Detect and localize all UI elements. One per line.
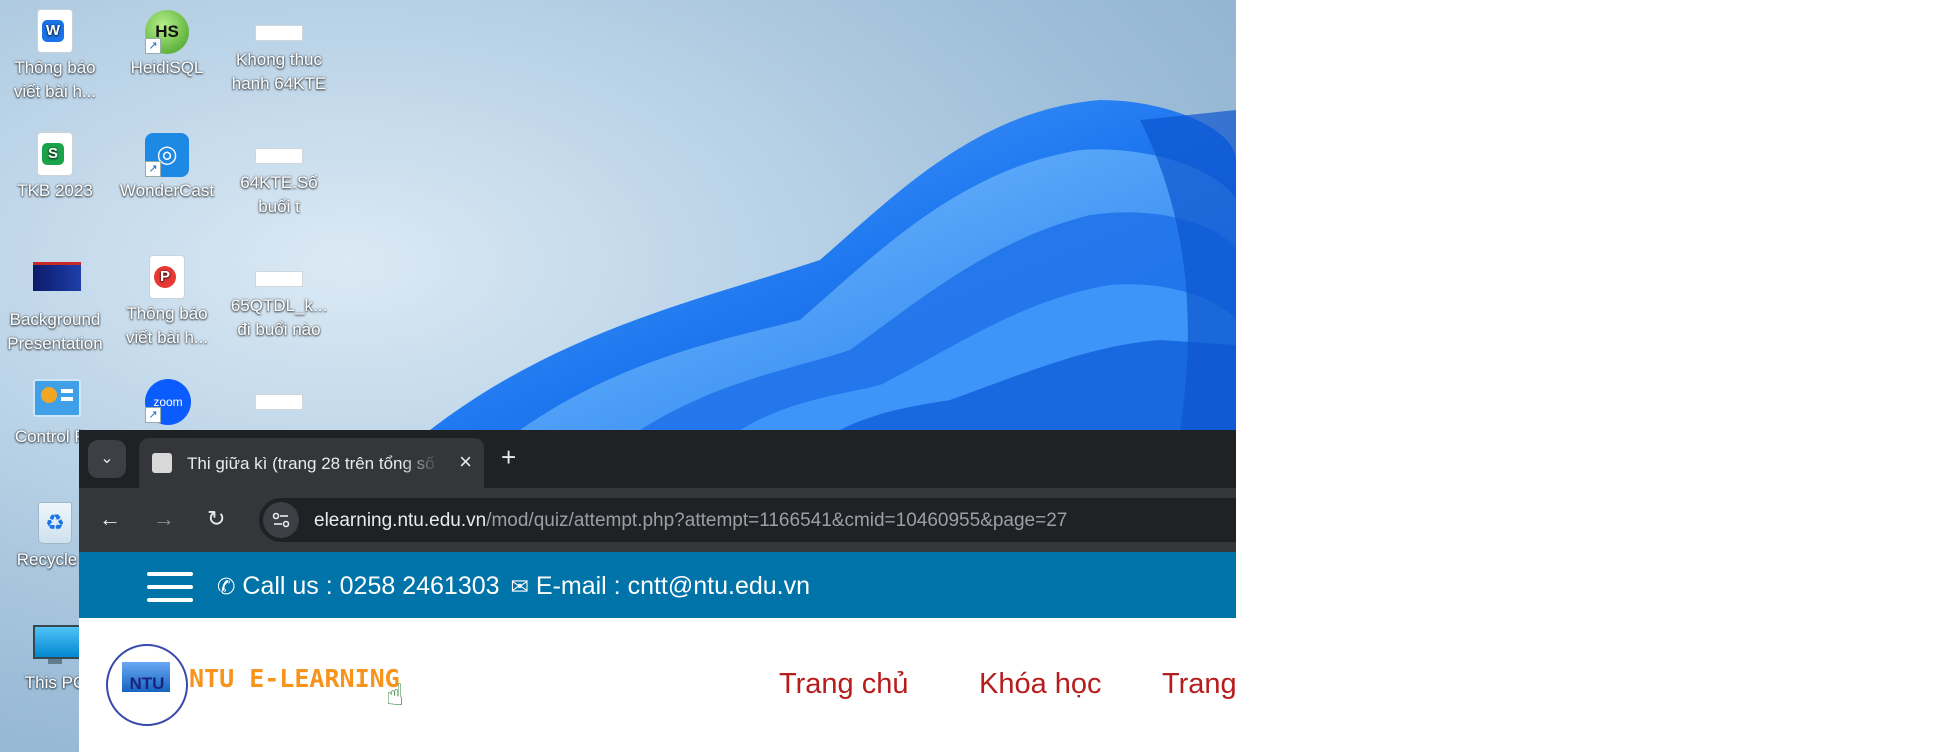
wondercast-icon: ◎ ↗ (145, 133, 189, 177)
address-bar[interactable]: elearning.ntu.edu.vn/mod/quiz/attempt.ph… (259, 498, 1236, 542)
shortcut-arrow-icon: ↗ (145, 407, 161, 423)
desktop-icon-label: 64KTE.Số buổi t (240, 173, 318, 216)
desktop-icon-thong-bao-pdf[interactable]: P Thông báo viết bài h... (117, 250, 217, 350)
contact-phone: Call us : 0258 2461303 (242, 572, 500, 600)
desktop-icon-thong-bao-doc[interactable]: W Thông báo viết bài h... (5, 4, 105, 104)
browser-window: ⌄ Thi giữa kì (trang 28 trên tổng số × +… (79, 430, 1236, 752)
file-icon (256, 395, 302, 409)
image-thumbnail-icon (33, 262, 81, 306)
desktop-icon-tkb-2023[interactable]: S TKB 2023 (5, 127, 105, 203)
site-header: NTU NTU E-LEARNING ☝ Trang chủ Khóa học … (79, 618, 1236, 752)
browser-toolbar: ← → ↻ elearning.ntu.edu.vn/mod/quiz/atte… (79, 488, 1236, 552)
tab-active[interactable]: Thi giữa kì (trang 28 trên tổng số × (139, 438, 484, 488)
control-panel-icon (33, 379, 81, 423)
desktop-icon-label: Thông báo viết bài h... (125, 304, 209, 347)
desktop-icon-label: HeidiSQL (130, 58, 204, 77)
desktop-icon-65qtdl[interactable]: 65QTDL_k... đi buổi nào (229, 250, 329, 342)
new-tab-button[interactable]: + (501, 442, 516, 472)
logo-caption: NTU (129, 674, 165, 693)
url-path: /mod/quiz/attempt.php?attempt=1166541&cm… (486, 510, 1068, 531)
desktop-icon-zoom[interactable]: zoom ↗ (117, 373, 217, 425)
desktop-icon-khong-thuc-hanh[interactable]: Khong thuc hanh 64KTE (229, 4, 329, 96)
url-host: elearning.ntu.edu.vn (314, 510, 487, 531)
tab-strip: ⌄ Thi giữa kì (trang 28 trên tổng số × + (79, 430, 1236, 488)
desktop-icon-label: TKB 2023 (17, 181, 93, 200)
shortcut-arrow-icon: ↗ (145, 38, 161, 54)
desktop-icon-file[interactable] (229, 373, 329, 417)
phone-icon: ✆ (217, 574, 236, 599)
tab-search-button[interactable]: ⌄ (88, 440, 126, 478)
desktop-icon-label: Khong thuc hanh 64KTE (231, 50, 327, 93)
desktop-icon-label: 65QTDL_k... đi buổi nào (230, 296, 328, 339)
envelope-icon: ✉ (510, 574, 529, 599)
site-logo-text[interactable]: NTU E-LEARNING (189, 664, 400, 693)
file-icon (256, 149, 302, 163)
moodle-favicon-icon (152, 453, 172, 473)
word-document-icon: W (33, 10, 77, 54)
heidisql-icon: HS ↗ (145, 10, 189, 54)
monitor-icon (33, 625, 81, 669)
tab-title: Thi giữa kì (trang 28 trên tổng số (187, 454, 435, 473)
forward-arrow-icon[interactable]: → (153, 504, 175, 534)
desktop-icon-64kte[interactable]: 64KTE.Số buổi t (229, 127, 329, 219)
close-tab-icon[interactable]: × (459, 448, 472, 476)
hamburger-menu-icon[interactable] (147, 572, 193, 602)
chevron-down-icon: ⌄ (100, 450, 114, 467)
site-info-icon[interactable] (263, 502, 299, 538)
ntu-logo-icon[interactable]: NTU (106, 644, 188, 726)
site-topbar: ✆ Call us : 0258 2461303 ✉ E-mail : cntt… (79, 552, 1236, 618)
desktop-icon-label: WonderCast (119, 181, 215, 200)
shortcut-arrow-icon: ↗ (145, 161, 161, 177)
back-arrow-icon[interactable]: ← (99, 504, 121, 534)
file-icon (256, 272, 302, 286)
desktop-icon-wondercast[interactable]: ◎ ↗ WonderCast (117, 127, 217, 203)
url-text: elearning.ntu.edu.vn/mod/quiz/attempt.ph… (314, 510, 1067, 532)
desktop-icon-label: Thông báo viết bài h... (13, 58, 97, 101)
pointer-hand-icon: ☝ (386, 679, 405, 712)
contact-email[interactable]: E-mail : cntt@ntu.edu.vn (536, 572, 810, 600)
desktop: W Thông báo viết bài h... S TKB 2023 Bac… (0, 0, 1236, 752)
contact-info: ✆ Call us : 0258 2461303 ✉ E-mail : cntt… (217, 572, 810, 601)
desktop-icon-label: Background Presentation (7, 310, 103, 353)
desktop-icon-heidisql[interactable]: HS ↗ HeidiSQL (117, 4, 217, 80)
spreadsheet-icon: S (33, 133, 77, 177)
file-icon (256, 26, 302, 40)
desktop-icon-background-presentation[interactable]: Background Presentation (5, 250, 105, 356)
nav-link-courses[interactable]: Khóa học (979, 668, 1102, 701)
reload-icon[interactable]: ↻ (207, 504, 225, 534)
nav-link-home[interactable]: Trang chủ (779, 668, 909, 701)
zoom-icon: zoom ↗ (145, 379, 191, 425)
nav-link-trang[interactable]: Trang (1162, 668, 1236, 701)
recycle-bin-icon: ♻ (33, 502, 77, 546)
pdf-document-icon: P (145, 256, 189, 300)
